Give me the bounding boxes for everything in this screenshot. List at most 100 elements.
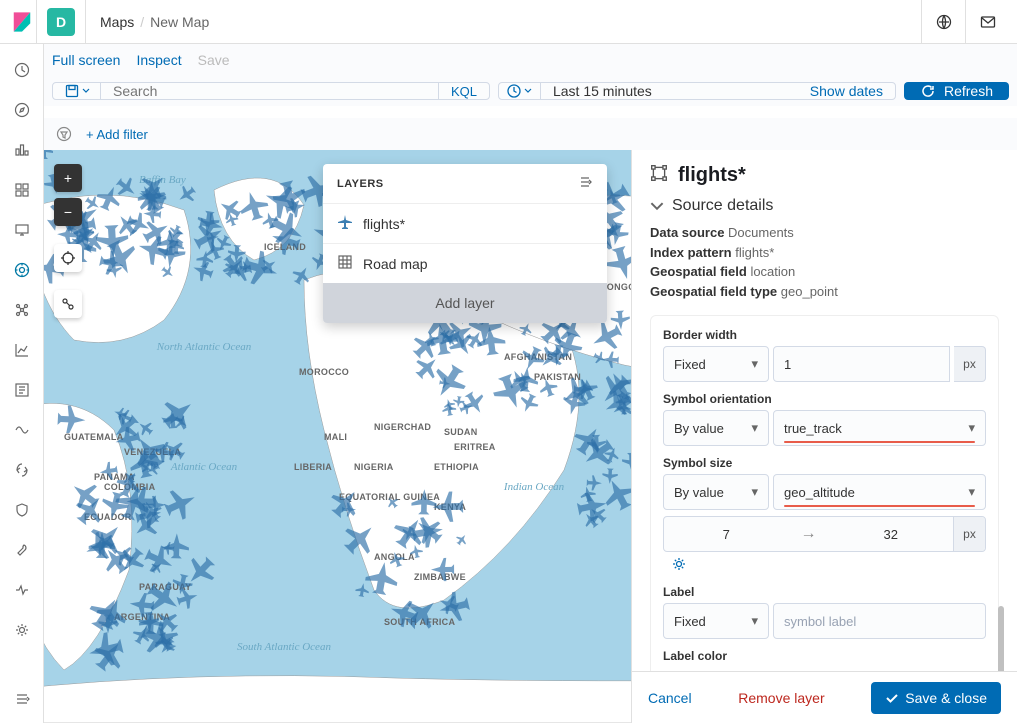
layer-item-roadmap[interactable]: Road map — [323, 244, 607, 283]
add-layer-button[interactable]: Add layer — [323, 283, 607, 323]
label-style-label: Label — [663, 585, 986, 599]
svg-text:MALI: MALI — [324, 432, 347, 442]
nav-discover-icon[interactable] — [4, 92, 40, 128]
inspect-link[interactable]: Inspect — [136, 52, 181, 68]
svg-text:CHAD: CHAD — [404, 422, 431, 432]
arrow-right-icon: → — [789, 517, 829, 551]
fullscreen-link[interactable]: Full screen — [52, 52, 120, 68]
mail-icon[interactable] — [965, 0, 1009, 44]
breadcrumb: Maps / New Map — [86, 14, 209, 30]
source-details: Data source Documents Index pattern flig… — [650, 223, 999, 301]
add-filter-link[interactable]: + Add filter — [86, 127, 148, 142]
scrollbar-thumb[interactable] — [998, 606, 1004, 671]
saved-query-button[interactable] — [53, 83, 101, 99]
save-close-button[interactable]: Save & close — [871, 682, 1001, 714]
map-tools-button[interactable] — [54, 290, 82, 318]
svg-text:ZIMBABWE: ZIMBABWE — [414, 572, 466, 582]
symbol-size-options-icon[interactable] — [671, 556, 978, 575]
nav-ml-icon[interactable] — [4, 292, 40, 328]
symbol-size-range[interactable]: 7 → 32 px — [663, 516, 986, 552]
layer-item-label: Road map — [363, 256, 428, 272]
border-width-mode-select[interactable]: Fixed▾ — [663, 346, 769, 382]
refresh-label: Refresh — [944, 83, 993, 99]
border-width-unit: px — [954, 346, 986, 382]
side-nav — [0, 44, 44, 723]
nav-maps-icon[interactable] — [4, 252, 40, 288]
symbol-size-field-select[interactable]: geo_altitude▾ — [773, 474, 986, 510]
space-selector[interactable]: D — [47, 8, 75, 36]
symbol-size-min[interactable]: 7 — [664, 517, 789, 551]
label-color-label: Label color — [663, 649, 986, 663]
zoom-in-button[interactable]: + — [54, 164, 82, 192]
symbol-orientation-label: Symbol orientation — [663, 392, 986, 406]
layer-editor-panel: flights* Source details Data source Docu… — [631, 150, 1017, 723]
nav-logs-icon[interactable] — [4, 372, 40, 408]
svg-text:LIBERIA: LIBERIA — [294, 462, 332, 472]
svg-text:NIGERIA: NIGERIA — [354, 462, 394, 472]
kibana-logo[interactable] — [8, 8, 36, 36]
cancel-button[interactable]: Cancel — [648, 690, 692, 706]
search-input[interactable] — [101, 83, 438, 99]
source-details-toggle[interactable]: Source details — [650, 197, 999, 215]
nav-dev-tools-icon[interactable] — [4, 532, 40, 568]
svg-text:ERITREA: ERITREA — [454, 442, 496, 452]
nav-management-icon[interactable] — [4, 612, 40, 648]
query-language-switch[interactable]: KQL — [438, 83, 489, 99]
nav-siem-icon[interactable] — [4, 492, 40, 528]
fit-bounds-button[interactable] — [54, 244, 82, 272]
app-header: D Maps / New Map — [0, 0, 1017, 44]
style-settings: Border width Fixed▾ 1 px Symbol orientat… — [650, 315, 999, 671]
symbol-size-label: Symbol size — [663, 456, 986, 470]
editor-title: flights* — [678, 164, 746, 187]
svg-text:NIGER: NIGER — [374, 422, 404, 432]
map-toolbar: Full screen Inspect Save — [44, 44, 1017, 76]
nav-visualize-icon[interactable] — [4, 132, 40, 168]
save-link-disabled: Save — [198, 52, 230, 68]
nav-monitoring-icon[interactable] — [4, 572, 40, 608]
remove-layer-button[interactable]: Remove layer — [738, 690, 824, 706]
nav-canvas-icon[interactable] — [4, 212, 40, 248]
nav-recently-viewed-icon[interactable] — [4, 52, 40, 88]
time-range-text[interactable]: Last 15 minutes — [541, 83, 798, 99]
layer-item-flights[interactable]: flights* — [323, 204, 607, 244]
nav-uptime-icon[interactable] — [4, 452, 40, 488]
svg-text:SUDAN: SUDAN — [444, 427, 478, 437]
svg-text:ETHIOPIA: ETHIOPIA — [434, 462, 479, 472]
symbol-size-max[interactable]: 32 — [829, 517, 954, 551]
ocean-label: Atlantic Ocean — [170, 461, 238, 473]
bounding-box-icon — [650, 164, 668, 187]
nav-collapse-icon[interactable] — [4, 681, 40, 717]
symbol-size-mode-select[interactable]: By value▾ — [663, 474, 769, 510]
zoom-out-button[interactable]: − — [54, 198, 82, 226]
breadcrumb-current: New Map — [150, 14, 209, 30]
symbol-orientation-mode-select[interactable]: By value▾ — [663, 410, 769, 446]
layer-panel-header: LAYERS — [323, 164, 607, 204]
ocean-label: Indian Ocean — [503, 481, 565, 493]
time-quick-button[interactable] — [499, 83, 541, 99]
nav-dashboard-icon[interactable] — [4, 172, 40, 208]
newsfeed-icon[interactable] — [921, 0, 965, 44]
layer-item-label: flights* — [363, 216, 405, 232]
refresh-button[interactable]: Refresh — [904, 82, 1009, 100]
symbol-orientation-field-select[interactable]: true_track▾ — [773, 410, 986, 446]
filter-bar: + Add filter — [44, 118, 1017, 150]
time-picker: Last 15 minutes Show dates — [498, 82, 896, 100]
ocean-label: South Atlantic Ocean — [237, 641, 331, 653]
query-group: KQL — [52, 82, 490, 100]
map-controls: + − — [54, 164, 82, 318]
breadcrumb-root[interactable]: Maps — [100, 14, 134, 30]
nav-metrics-icon[interactable] — [4, 332, 40, 368]
editor-footer: Cancel Remove layer Save & close — [632, 671, 1017, 723]
show-dates-link[interactable]: Show dates — [798, 83, 895, 99]
nav-apm-icon[interactable] — [4, 412, 40, 448]
filter-options-icon[interactable] — [52, 122, 76, 146]
ocean-label: North Atlantic Ocean — [156, 341, 252, 353]
border-width-label: Border width — [663, 328, 986, 342]
border-width-input[interactable]: 1 — [773, 346, 950, 382]
label-mode-select[interactable]: Fixed▾ — [663, 603, 769, 639]
label-text-input[interactable]: symbol label — [773, 603, 986, 639]
plane-icon — [337, 214, 353, 233]
svg-text:GUATEMALA: GUATEMALA — [64, 432, 124, 442]
collapse-layers-icon[interactable] — [577, 174, 593, 193]
query-bar: KQL Last 15 minutes Show dates Refresh — [44, 76, 1017, 106]
